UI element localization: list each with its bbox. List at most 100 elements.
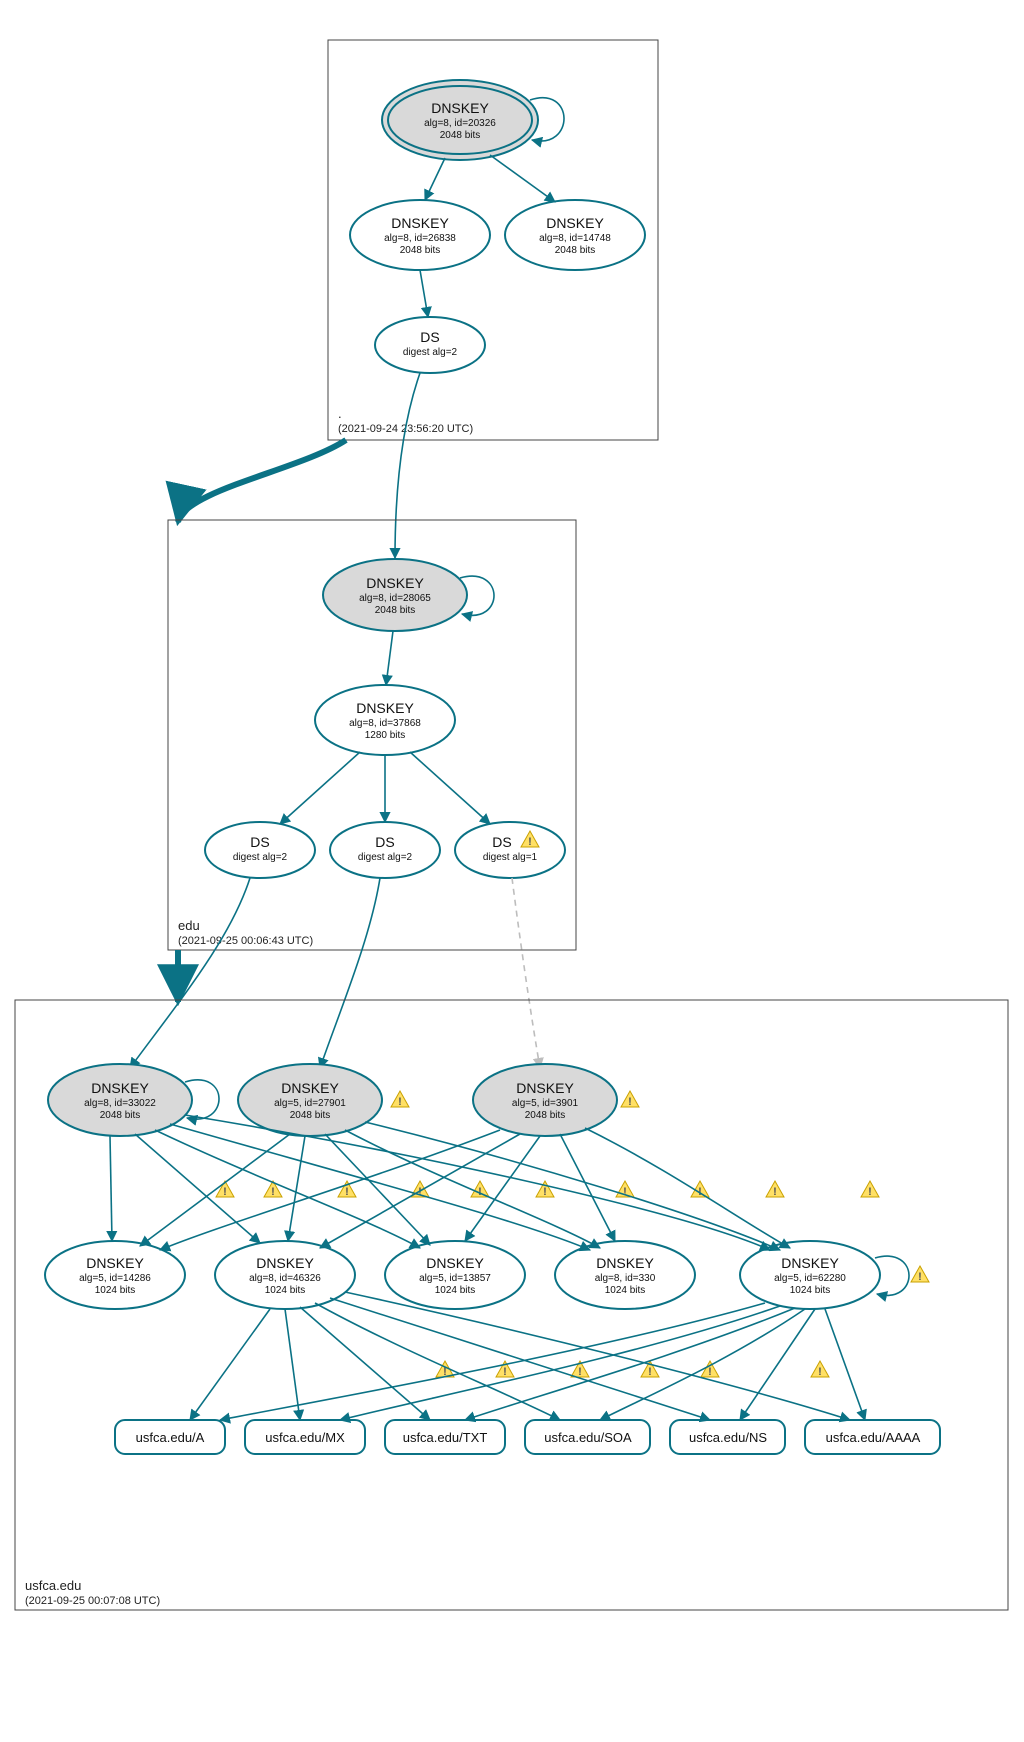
svg-text:2048 bits: 2048 bits xyxy=(440,130,481,141)
svg-text:2048 bits: 2048 bits xyxy=(100,1110,141,1121)
node-usfca-zsk5: DNSKEY alg=5, id=62280 1024 bits xyxy=(740,1241,880,1309)
rrset-ns: usfca.edu/NS xyxy=(670,1420,785,1454)
svg-text:alg=8, id=14748: alg=8, id=14748 xyxy=(539,233,611,244)
svg-text:1024 bits: 1024 bits xyxy=(605,1285,646,1296)
svg-text:alg=5, id=27901: alg=5, id=27901 xyxy=(274,1098,346,1109)
edges-ksk-to-zsk xyxy=(110,1115,790,1250)
svg-text:DNSKEY: DNSKEY xyxy=(356,700,414,716)
zone-edu-label: edu xyxy=(178,918,200,933)
svg-text:DNSKEY: DNSKEY xyxy=(281,1080,339,1096)
node-edu-ds3: DS digest alg=1 xyxy=(455,822,565,878)
node-edu-ksk: DNSKEY alg=8, id=28065 2048 bits xyxy=(323,559,467,631)
svg-text:usfca.edu/MX: usfca.edu/MX xyxy=(265,1430,345,1445)
warning-icon xyxy=(338,1181,356,1198)
svg-text:alg=8, id=33022: alg=8, id=33022 xyxy=(84,1098,156,1109)
svg-text:DNSKEY: DNSKEY xyxy=(431,100,489,116)
svg-text:digest alg=2: digest alg=2 xyxy=(358,852,413,863)
warning-icon xyxy=(621,1091,639,1108)
warning-icon xyxy=(861,1181,879,1198)
svg-text:DNSKEY: DNSKEY xyxy=(391,215,449,231)
svg-text:alg=8, id=46326: alg=8, id=46326 xyxy=(249,1273,321,1284)
edge-ds2-to-ksk2 xyxy=(320,878,380,1068)
svg-text:2048 bits: 2048 bits xyxy=(525,1110,566,1121)
node-edu-zsk: DNSKEY alg=8, id=37868 1280 bits xyxy=(315,685,455,755)
svg-text:alg=8, id=20326: alg=8, id=20326 xyxy=(424,118,496,129)
svg-text:alg=8, id=26838: alg=8, id=26838 xyxy=(384,233,456,244)
edge xyxy=(420,270,428,317)
rrset-row: usfca.edu/A usfca.edu/MX usfca.edu/TXT u… xyxy=(115,1420,940,1454)
svg-text:DNSKEY: DNSKEY xyxy=(596,1255,654,1271)
node-usfca-ksk2: DNSKEY alg=5, id=27901 2048 bits xyxy=(238,1064,382,1136)
node-usfca-ksk3: DNSKEY alg=5, id=3901 2048 bits xyxy=(473,1064,617,1136)
zone-edu-timestamp: (2021-09-25 00:06:43 UTC) xyxy=(178,935,313,947)
node-usfca-zsk3: DNSKEY alg=5, id=13857 1024 bits xyxy=(385,1241,525,1309)
zone-usfca-timestamp: (2021-09-25 00:07:08 UTC) xyxy=(25,1595,160,1607)
svg-text:DNSKEY: DNSKEY xyxy=(516,1080,574,1096)
node-edu-ds1: DS digest alg=2 xyxy=(205,822,315,878)
svg-text:DNSKEY: DNSKEY xyxy=(366,575,424,591)
warning-icon xyxy=(766,1181,784,1198)
edge-ds-to-edu-ksk xyxy=(395,373,420,558)
svg-text:DS: DS xyxy=(375,834,394,850)
svg-text:DNSKEY: DNSKEY xyxy=(546,215,604,231)
node-root-zsk1: DNSKEY alg=8, id=26838 2048 bits xyxy=(350,200,490,270)
node-root-ksk: DNSKEY alg=8, id=20326 2048 bits xyxy=(382,80,538,160)
edge-ds1-to-ksk1 xyxy=(130,878,250,1068)
zone-usfca: usfca.edu (2021-09-25 00:07:08 UTC) DNSK… xyxy=(15,1000,1008,1610)
svg-text:2048 bits: 2048 bits xyxy=(555,245,596,256)
zone-edu: edu (2021-09-25 00:06:43 UTC) DNSKEY alg… xyxy=(168,520,576,950)
edge xyxy=(425,158,445,200)
svg-text:DS: DS xyxy=(492,834,511,850)
svg-text:2048 bits: 2048 bits xyxy=(375,605,416,616)
svg-text:digest alg=2: digest alg=2 xyxy=(403,347,458,358)
edge xyxy=(410,752,490,824)
rrset-soa: usfca.edu/SOA xyxy=(525,1420,650,1454)
svg-text:2048 bits: 2048 bits xyxy=(290,1110,331,1121)
node-usfca-ksk1: DNSKEY alg=8, id=33022 2048 bits xyxy=(48,1064,192,1136)
edge xyxy=(490,155,555,202)
svg-text:usfca.edu/AAAA: usfca.edu/AAAA xyxy=(826,1430,921,1445)
svg-text:digest alg=1: digest alg=1 xyxy=(483,852,538,863)
rrset-mx: usfca.edu/MX xyxy=(245,1420,365,1454)
edge-delegation-root-edu xyxy=(178,440,346,522)
svg-text:1024 bits: 1024 bits xyxy=(790,1285,831,1296)
zone-root: . (2021-09-24 23:56:20 UTC) DNSKEY alg=8… xyxy=(328,40,658,440)
warning-icon xyxy=(391,1091,409,1108)
svg-text:alg=5, id=62280: alg=5, id=62280 xyxy=(774,1273,846,1284)
edges-zsk-to-rr xyxy=(190,1292,865,1420)
svg-text:alg=5, id=3901: alg=5, id=3901 xyxy=(512,1098,579,1109)
node-usfca-zsk4: DNSKEY alg=8, id=330 1024 bits xyxy=(555,1241,695,1309)
zone-root-label: . xyxy=(338,406,342,421)
svg-text:alg=8, id=330: alg=8, id=330 xyxy=(595,1273,656,1284)
svg-text:DS: DS xyxy=(250,834,269,850)
warning-icon xyxy=(811,1361,829,1378)
svg-text:alg=5, id=14286: alg=5, id=14286 xyxy=(79,1273,151,1284)
rrset-a: usfca.edu/A xyxy=(115,1420,225,1454)
warning-icon xyxy=(911,1266,929,1283)
dnssec-graph: ! . (2021-09-24 23:56:20 UTC) DNSKEY alg… xyxy=(0,0,1024,1742)
svg-text:alg=5, id=13857: alg=5, id=13857 xyxy=(419,1273,491,1284)
svg-text:1280 bits: 1280 bits xyxy=(365,730,406,741)
svg-text:usfca.edu/TXT: usfca.edu/TXT xyxy=(403,1430,488,1445)
svg-text:alg=8, id=28065: alg=8, id=28065 xyxy=(359,593,431,604)
svg-text:usfca.edu/SOA: usfca.edu/SOA xyxy=(544,1430,632,1445)
svg-text:2048 bits: 2048 bits xyxy=(400,245,441,256)
svg-text:digest alg=2: digest alg=2 xyxy=(233,852,288,863)
svg-text:DNSKEY: DNSKEY xyxy=(426,1255,484,1271)
svg-text:DNSKEY: DNSKEY xyxy=(781,1255,839,1271)
svg-text:1024 bits: 1024 bits xyxy=(95,1285,136,1296)
zone-usfca-label: usfca.edu xyxy=(25,1578,81,1593)
svg-text:1024 bits: 1024 bits xyxy=(265,1285,306,1296)
svg-text:DNSKEY: DNSKEY xyxy=(256,1255,314,1271)
svg-text:1024 bits: 1024 bits xyxy=(435,1285,476,1296)
node-root-ds: DS digest alg=2 xyxy=(375,317,485,373)
svg-text:DNSKEY: DNSKEY xyxy=(91,1080,149,1096)
node-root-zsk2: DNSKEY alg=8, id=14748 2048 bits xyxy=(505,200,645,270)
edge xyxy=(386,631,393,685)
edge-ds3-to-ksk3-dashed xyxy=(512,878,540,1068)
node-edu-ds2: DS digest alg=2 xyxy=(330,822,440,878)
rrset-aaaa: usfca.edu/AAAA xyxy=(805,1420,940,1454)
node-usfca-zsk1: DNSKEY alg=5, id=14286 1024 bits xyxy=(45,1241,185,1309)
warning-icon xyxy=(264,1181,282,1198)
svg-text:alg=8, id=37868: alg=8, id=37868 xyxy=(349,718,421,729)
